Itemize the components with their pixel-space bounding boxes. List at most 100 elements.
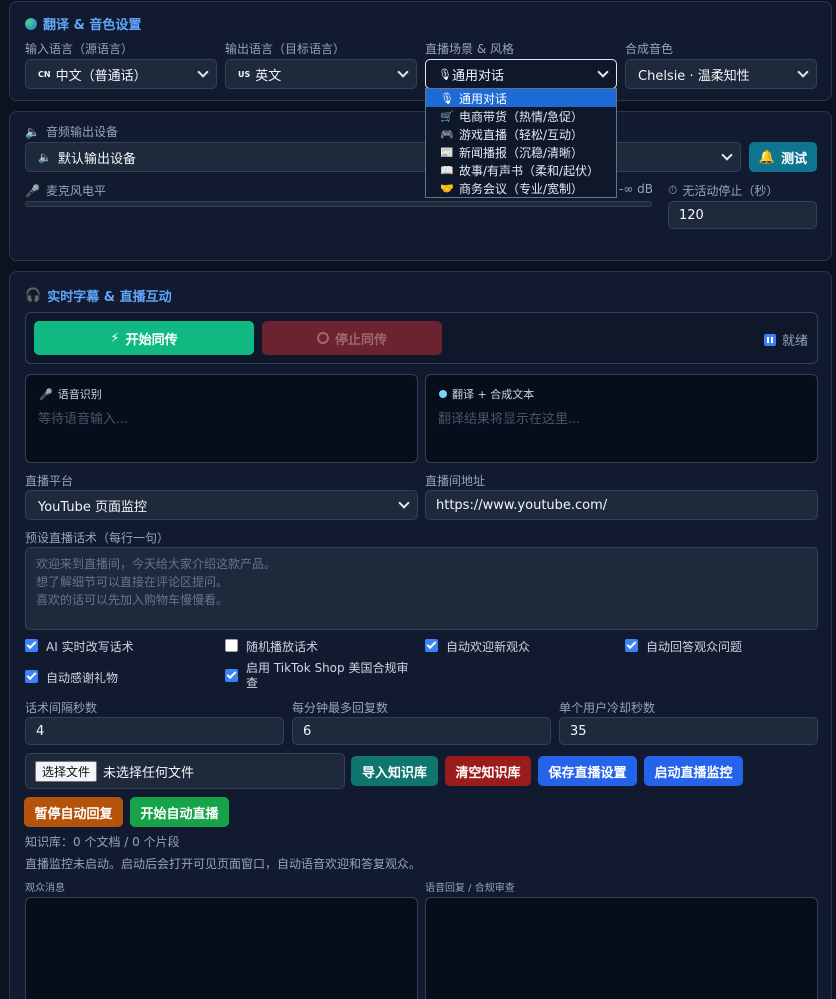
checkbox-checked[interactable] (425, 639, 438, 652)
start-interpretation-button[interactable]: ⚡ 开始同传 (34, 321, 254, 355)
checkbox-unchecked[interactable] (225, 639, 238, 652)
us-flag-code: US (238, 69, 251, 79)
newspaper-icon: 📰 (440, 145, 454, 159)
handshake-icon: 🤝 (440, 181, 454, 195)
db-readout: -∞ dB (619, 182, 653, 196)
checkbox-checked[interactable] (625, 639, 638, 652)
mic-level-label: 🎤 麦克风电平 (25, 183, 106, 199)
translate-settings-card: 翻译 & 音色设置 输入语言（源语言） CN 中文（普通话） 输出语言（目标语言… (9, 1, 832, 101)
save-settings-button[interactable]: 保存直播设置 (538, 756, 637, 786)
checkbox-random-play[interactable]: 随机播放话术 (225, 638, 318, 655)
test-audio-button[interactable]: 🔔 测试 (749, 142, 817, 172)
chevron-down-icon (721, 149, 733, 161)
viewer-messages-panel[interactable] (25, 897, 418, 999)
chevron-down-icon (797, 66, 809, 78)
max-reply-label: 每分钟最多回复数 (292, 701, 389, 715)
scene-option-business[interactable]: 🤝 商务会议（专业/宽制） (426, 179, 616, 197)
voice-reply-label: 语音回复 / 合规审查 (425, 883, 515, 894)
stop-circle-icon (316, 332, 329, 344)
audio-device-select[interactable]: 🔈 默认输出设备 (25, 142, 741, 172)
scene-option-ecommerce[interactable]: 🛒 电商带货（热情/急促） (426, 107, 616, 125)
kb-status: 知识库：0 个文档 / 0 个片段 (25, 835, 180, 849)
input-language-select[interactable]: CN 中文（普通话） (25, 59, 217, 89)
clear-kb-button[interactable]: 清空知识库 (445, 756, 531, 786)
scene-option-news[interactable]: 📰 新闻播报（沉稳/清晰） (426, 143, 616, 161)
control-bar: ⚡ 开始同传 停止同传 就绪 (25, 312, 818, 364)
output-language-select[interactable]: US 英文 (225, 59, 417, 89)
scene-style-label: 直播场景 & 风格 (425, 42, 514, 56)
pause-icon (763, 333, 776, 346)
viewer-messages-label: 观众消息 (25, 883, 65, 894)
interval-input[interactable]: 4 (25, 717, 284, 745)
script-textarea[interactable]: 欢迎来到直播间，今天给大家介绍这款产品。 想了解细节可以直接在评论区提问。 喜欢… (25, 547, 818, 630)
stream-url-label: 直播间地址 (425, 474, 486, 488)
translation-panel: 翻译 + 合成文本 翻译结果将显示在这里... (425, 374, 818, 463)
cooldown-label: 单个用户冷却秒数 (559, 701, 656, 715)
speech-recognition-text: 等待语音输入... (38, 412, 129, 427)
stop-interpretation-button[interactable]: 停止同传 (262, 321, 442, 355)
choose-file-button[interactable]: 选择文件 (35, 760, 98, 782)
idle-stop-input[interactable]: 120 (668, 201, 817, 229)
audio-output-card: 🔈 音频输出设备 🔈 默认输出设备 🔔 测试 🎤 麦克风电平 -∞ dB ⏱ 无… (9, 111, 832, 261)
scene-style-select[interactable]: 🎙 通用对话 (425, 59, 617, 89)
voice-select[interactable]: Chelsie · 温柔知性 (625, 59, 817, 89)
chevron-down-icon (398, 497, 410, 509)
file-status: 未选择任何文件 (103, 765, 195, 781)
translate-settings-title: 翻译 & 音色设置 (25, 14, 141, 33)
audio-output-title: 🔈 音频输出设备 (25, 124, 118, 140)
checkbox-auto-answer[interactable]: 自动回答观众问题 (625, 638, 742, 655)
checkbox-checked[interactable] (225, 669, 238, 682)
platform-select[interactable]: YouTube 页面监控 (25, 490, 418, 520)
checkbox-checked[interactable] (25, 670, 38, 683)
import-kb-button[interactable]: 导入知识库 (351, 756, 438, 786)
book-icon: 📖 (440, 163, 454, 177)
checkbox-auto-thank[interactable]: 自动感谢礼物 (25, 669, 118, 686)
scene-option-gaming[interactable]: 🎮 游戏直播（轻松/互动） (426, 125, 616, 143)
bell-icon: 🔔 (758, 149, 776, 165)
start-auto-live-button[interactable]: 开始自动直播 (130, 797, 229, 827)
microphone-icon: 🎙 (438, 67, 452, 81)
chevron-down-icon (397, 66, 409, 78)
max-reply-input[interactable]: 6 (292, 717, 551, 745)
interval-label: 话术间隔秒数 (25, 701, 98, 715)
microphone-icon: 🎙 (440, 91, 454, 105)
dot-icon (439, 390, 447, 398)
scene-option-general[interactable]: 🎙 通用对话 (426, 89, 616, 107)
headset-icon: 🎧 (25, 288, 42, 303)
speaker-icon: 🔈 (38, 150, 52, 164)
speaker-icon: 🔈 (25, 124, 40, 139)
checkbox-ai-rewrite[interactable]: AI 实时改写话术 (25, 638, 134, 655)
live-interaction-title: 🎧 实时字幕 & 直播互动 (25, 288, 172, 305)
cart-icon: 🛒 (440, 109, 454, 123)
scene-option-story[interactable]: 📖 故事/有声书（柔和/起伏） (426, 161, 616, 179)
monitor-status: 直播监控未启动。启动后会打开可见页面窗口，自动语音欢迎和答复观众。 (25, 857, 422, 871)
cn-flag-code: CN (38, 69, 51, 79)
chevron-down-icon (597, 66, 609, 78)
input-language-label: 输入语言（源语言） (25, 42, 134, 56)
output-language-label: 输出语言（目标语言） (225, 42, 346, 56)
status-indicator: 就绪 (763, 330, 808, 349)
checkbox-checked[interactable] (25, 639, 38, 652)
scene-style-dropdown: 🎙 通用对话 🛒 电商带货（热情/急促） 🎮 游戏直播（轻松/互动） 📰 新闻播报（沉稳… (425, 88, 617, 198)
platform-label: 直播平台 (25, 474, 74, 488)
voice-label: 合成音色 (625, 42, 674, 56)
file-picker: 选择文件 未选择任何文件 (25, 753, 345, 789)
stream-url-input[interactable]: https://www.youtube.com/ (425, 490, 818, 520)
microphone-icon: 🎤 (39, 387, 53, 401)
checkbox-auto-welcome[interactable]: 自动欢迎新观众 (425, 638, 530, 655)
timer-icon: ⏱ (668, 183, 678, 197)
script-label: 预设直播话术（每行一句） (25, 531, 170, 545)
checkbox-tiktok-compliance[interactable]: 启用 TikTok Shop 美国合规审查 (225, 661, 415, 691)
voice-reply-panel[interactable] (425, 897, 818, 999)
mic-level-meter (25, 201, 652, 207)
start-monitor-button[interactable]: 启动直播监控 (644, 756, 743, 786)
idle-stop-label: ⏱ 无活动停止（秒） (668, 183, 779, 198)
microphone-icon: 🎤 (25, 183, 40, 198)
translation-text: 翻译结果将显示在这里... (438, 412, 581, 427)
globe-icon (25, 17, 37, 30)
cooldown-input[interactable]: 35 (559, 717, 818, 745)
live-interaction-card: 🎧 实时字幕 & 直播互动 ⚡ 开始同传 停止同传 就绪 🎤 语音识别 等待语音… (9, 271, 832, 999)
pause-reply-button[interactable]: 暂停自动回复 (24, 797, 123, 827)
speech-recognition-panel: 🎤 语音识别 等待语音输入... (25, 374, 418, 463)
lightning-icon: ⚡ (110, 330, 120, 346)
